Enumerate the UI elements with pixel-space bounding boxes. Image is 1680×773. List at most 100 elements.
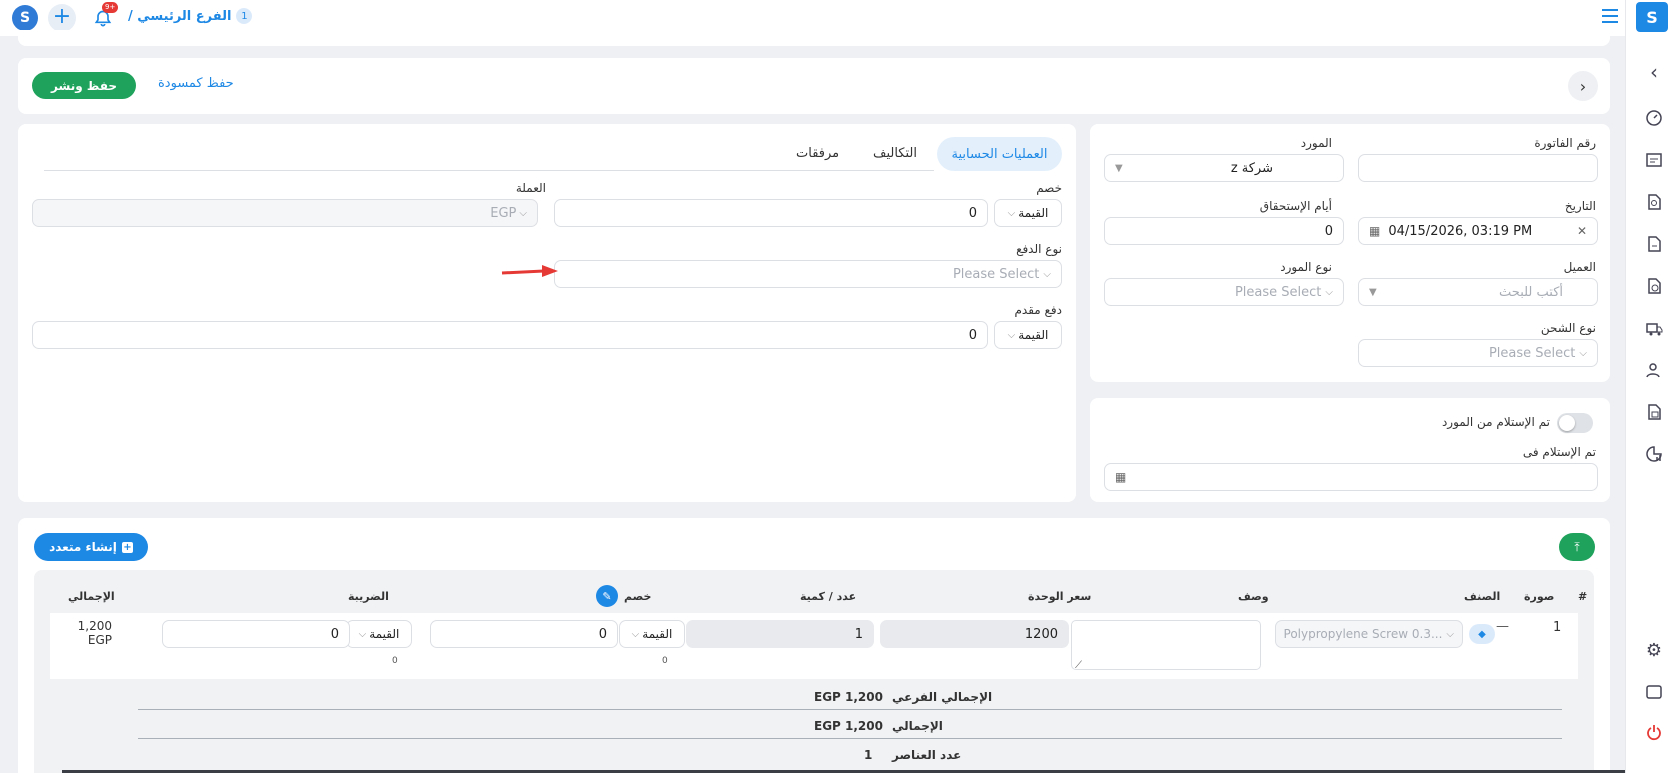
reports-icon[interactable] bbox=[1642, 442, 1666, 466]
eyedropper-icon[interactable]: ✎ bbox=[596, 585, 618, 607]
row-number: 1 bbox=[1553, 620, 1562, 635]
expenses-icon[interactable] bbox=[1642, 274, 1666, 298]
row-tax-input[interactable]: 0 bbox=[162, 620, 350, 648]
accounting-card: العمليات الحسابية التكاليف مرفقات خصم ⌵ … bbox=[18, 124, 1076, 502]
row-image-placeholder: — bbox=[1496, 619, 1509, 634]
supplier-type-select[interactable]: Please Select ⌵ bbox=[1104, 278, 1344, 306]
date-input[interactable]: ✕ ▦ 04/15/2026, 03:19 PM bbox=[1358, 217, 1598, 245]
invoice-number-label: رقم الفاتورة bbox=[1534, 136, 1596, 150]
total-row: الإجمالي EGP 1,200 bbox=[138, 711, 1562, 739]
chevron-down-icon: ⌵ bbox=[1007, 329, 1016, 341]
notification-badge: 9+ bbox=[102, 2, 119, 13]
header-card-stub bbox=[18, 30, 1610, 46]
description-textarea[interactable]: ⟋ bbox=[1071, 620, 1261, 671]
branch-name[interactable]: الفرع الرئيسي / bbox=[128, 9, 231, 24]
items-table: # صورة الصنف وصف سعر الوحدة عدد / كمية خ… bbox=[34, 570, 1594, 773]
date-label: التاريخ bbox=[1564, 199, 1596, 213]
row-discount-subvalue: 0 bbox=[662, 656, 668, 666]
currency-select: EGP ⌵ bbox=[32, 199, 538, 227]
currency-label: العملة bbox=[515, 181, 546, 195]
discount-mode-select[interactable]: ⌵ القيمة bbox=[994, 199, 1062, 227]
chevron-down-icon: ⌵ bbox=[1043, 268, 1051, 280]
supplier-type-label: نوع المورد bbox=[1280, 260, 1332, 274]
payment-type-label: نوع الدفع bbox=[1016, 242, 1062, 256]
app-logo-icon[interactable]: S bbox=[1636, 2, 1668, 32]
scroll-top-button[interactable]: ⤒ bbox=[1559, 533, 1595, 561]
advance-mode-select[interactable]: ⌵ القيمة bbox=[994, 321, 1062, 349]
settings-gear-icon[interactable]: ⚙ bbox=[1642, 638, 1666, 662]
header-item: الصنف bbox=[1464, 590, 1501, 603]
row-discount-input[interactable]: 0 bbox=[430, 620, 618, 648]
invoices-icon[interactable] bbox=[1642, 190, 1666, 214]
calendar-icon: ▦ bbox=[1369, 224, 1381, 238]
tab-accounting[interactable]: العمليات الحسابية bbox=[937, 137, 1062, 171]
due-days-label: أيام الإستحقاق bbox=[1259, 199, 1332, 213]
discount-label: خصم bbox=[1036, 181, 1062, 195]
discount-value-input[interactable]: 0 bbox=[554, 199, 988, 227]
chevron-down-icon: ⌵ bbox=[631, 628, 640, 640]
advance-value-input[interactable]: 0 bbox=[32, 321, 988, 349]
create-multiple-button[interactable]: + إنشاء متعدد bbox=[34, 533, 148, 561]
back-chevron-icon[interactable]: › bbox=[1568, 71, 1598, 101]
items-card: + إنشاء متعدد ⤒ # صورة الصنف وصف سعر الو… bbox=[18, 518, 1610, 773]
received-toggle-label: تم الإستلام من المورد bbox=[1441, 415, 1550, 429]
tab-attachments[interactable]: مرفقات bbox=[796, 146, 839, 161]
shipping-icon[interactable] bbox=[1642, 316, 1666, 340]
bookmark-icon[interactable]: ◆ bbox=[1469, 624, 1495, 644]
publish-button[interactable]: حفظ ونشر bbox=[32, 72, 136, 99]
receipt-card: تم الإستلام من المورد تم الإستلام فى ▦ bbox=[1090, 398, 1610, 502]
invoice-info-card: رقم الفاتورة المورد ▼ شركة z التاريخ ✕ ▦… bbox=[1090, 124, 1610, 382]
row-discount-mode-select[interactable]: ⌵ القيمة bbox=[619, 620, 685, 648]
customers-icon[interactable] bbox=[1642, 358, 1666, 382]
item-select[interactable]: Polypropylene Screw 0.3... ⌵ bbox=[1275, 620, 1463, 648]
window-icon[interactable] bbox=[1642, 680, 1666, 704]
supplier-select[interactable]: ▼ شركة z bbox=[1104, 154, 1344, 182]
subtotal-row: الإجمالي الفرعي EGP 1,200 bbox=[138, 682, 1562, 710]
supplier-label: المورد bbox=[1300, 136, 1332, 150]
shipping-type-select[interactable]: Please Select ⌵ bbox=[1358, 339, 1598, 367]
table-row: 1 — Polypropylene Screw 0.3... ⌵ ◆ ⟋ 120… bbox=[50, 613, 1578, 679]
add-icon[interactable]: + bbox=[48, 4, 76, 32]
pos-icon[interactable] bbox=[1642, 148, 1666, 172]
due-days-input[interactable]: 0 bbox=[1104, 217, 1344, 245]
header-total: الإجمالي bbox=[68, 590, 115, 603]
breadcrumb: 1 الفرع الرئيسي / bbox=[128, 8, 253, 24]
row-total: 1,200 EGP bbox=[77, 619, 112, 647]
dropdown-caret-icon: ▼ bbox=[1115, 162, 1123, 174]
customer-search-select[interactable]: ▼ أكتب للبحث bbox=[1358, 278, 1598, 306]
logo-icon[interactable]: S bbox=[12, 5, 38, 31]
received-toggle[interactable] bbox=[1557, 413, 1593, 433]
dashboard-icon[interactable] bbox=[1642, 106, 1666, 130]
tabs-divider bbox=[44, 170, 934, 171]
red-arrow-annotation bbox=[501, 265, 558, 277]
invoice-number-input[interactable] bbox=[1358, 154, 1598, 182]
collapse-chevron-icon[interactable]: ‹ bbox=[1642, 60, 1666, 84]
shipping-type-label: نوع الشحن bbox=[1540, 321, 1596, 335]
customer-label: العميل bbox=[1563, 260, 1596, 274]
header-description: وصف bbox=[1238, 590, 1269, 603]
header-discount: خصم bbox=[624, 590, 652, 603]
chevron-down-icon: ⌵ bbox=[1325, 286, 1333, 298]
dropdown-caret-icon: ▼ bbox=[1369, 286, 1377, 298]
chevron-down-icon: ⌵ bbox=[1446, 628, 1454, 640]
unit-price-input[interactable]: 1200 bbox=[880, 620, 1069, 648]
tab-costs[interactable]: التكاليف bbox=[873, 146, 917, 161]
clear-date-icon[interactable]: ✕ bbox=[1577, 224, 1587, 238]
header-image: صورة bbox=[1524, 590, 1555, 603]
received-at-date-input[interactable]: ▦ bbox=[1104, 463, 1598, 491]
power-icon[interactable] bbox=[1642, 720, 1666, 744]
quantity-input[interactable]: 1 bbox=[686, 620, 874, 648]
notification-bell-icon[interactable]: 9+ bbox=[92, 2, 119, 29]
payment-type-select[interactable]: Please Select ⌵ bbox=[554, 260, 1062, 288]
add-box-icon: + bbox=[121, 541, 133, 553]
right-sidebar: S ‹ ⚙ bbox=[1625, 0, 1680, 773]
chevron-down-icon: ⌵ bbox=[519, 207, 527, 219]
header-unit-price: سعر الوحدة bbox=[1028, 590, 1092, 603]
row-tax-mode-select[interactable]: ⌵ القيمة bbox=[346, 620, 412, 648]
purchases-icon[interactable] bbox=[1642, 232, 1666, 256]
save-draft-link[interactable]: حفظ كمسودة bbox=[158, 76, 234, 91]
inventory-icon[interactable] bbox=[1642, 400, 1666, 424]
calendar-icon: ▦ bbox=[1115, 470, 1127, 484]
menu-icon[interactable] bbox=[1602, 9, 1618, 23]
header-tax: الضريبة bbox=[348, 590, 389, 603]
